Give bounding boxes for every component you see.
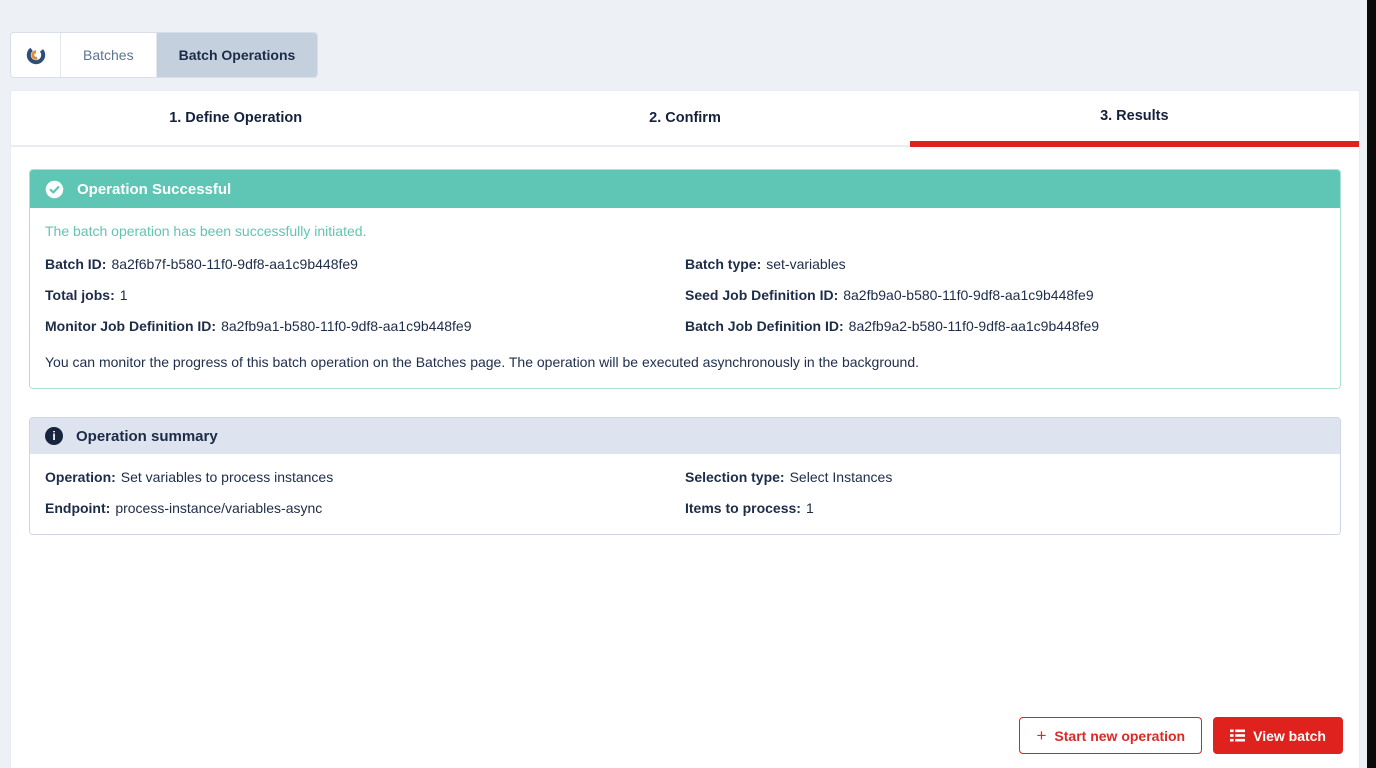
ring-logo-icon xyxy=(25,44,47,66)
nav-tab-batches[interactable]: Batches xyxy=(61,33,157,77)
step-tab-define-operation[interactable]: 1. Define Operation xyxy=(11,91,460,147)
field-label: Endpoint: xyxy=(45,500,110,516)
nav-tab-batch-operations[interactable]: Batch Operations xyxy=(157,33,318,77)
field-items-to-process: Items to process: 1 xyxy=(685,500,1325,516)
main-panel: 1. Define Operation 2. Confirm 3. Result… xyxy=(10,90,1360,768)
field-label: Operation: xyxy=(45,469,116,485)
field-value: 8a2fb9a2-b580-11f0-9df8-aa1c9b448fe9 xyxy=(849,318,1099,334)
success-message: The batch operation has been successfull… xyxy=(45,223,1325,239)
success-panel-header: Operation Successful xyxy=(30,170,1340,208)
field-value: Set variables to process instances xyxy=(121,469,333,485)
check-circle-icon xyxy=(45,180,64,199)
plus-icon: + xyxy=(1036,727,1046,744)
list-icon xyxy=(1230,729,1245,742)
field-label: Batch Job Definition ID: xyxy=(685,318,844,334)
field-value: 1 xyxy=(120,287,128,303)
field-operation: Operation: Set variables to process insta… xyxy=(45,469,685,485)
wizard-steps: 1. Define Operation 2. Confirm 3. Result… xyxy=(11,91,1359,147)
footer-actions: + Start new operation View batch xyxy=(1019,717,1343,754)
field-seed-job-definition-id: Seed Job Definition ID: 8a2fb9a0-b580-11f… xyxy=(685,287,1325,303)
field-value: set-variables xyxy=(766,256,845,272)
field-batch-type: Batch type: set-variables xyxy=(685,256,1325,272)
success-panel-title: Operation Successful xyxy=(77,181,231,198)
field-value: 1 xyxy=(806,500,814,516)
step-tab-results[interactable]: 3. Results xyxy=(910,91,1359,147)
field-batch-job-definition-id: Batch Job Definition ID: 8a2fb9a2-b580-11… xyxy=(685,318,1325,334)
summary-panel-body: Operation: Set variables to process insta… xyxy=(30,454,1340,534)
top-navigation: Batches Batch Operations xyxy=(10,32,318,78)
field-label: Total jobs: xyxy=(45,287,115,303)
monitor-note: You can monitor the progress of this bat… xyxy=(45,354,1325,370)
summary-panel-header: i Operation summary xyxy=(30,418,1340,454)
field-label: Items to process: xyxy=(685,500,801,516)
field-label: Selection type: xyxy=(685,469,785,485)
field-label: Batch type: xyxy=(685,256,761,272)
summary-panel: i Operation summary Operation: Set variab… xyxy=(29,417,1341,535)
field-batch-id: Batch ID: 8a2f6b7f-b580-11f0-9df8-aa1c9b4… xyxy=(45,256,685,272)
field-monitor-job-definition-id: Monitor Job Definition ID: 8a2fb9a1-b580-… xyxy=(45,318,685,334)
step-tab-confirm[interactable]: 2. Confirm xyxy=(460,91,909,147)
field-value: 8a2fb9a0-b580-11f0-9df8-aa1c9b448fe9 xyxy=(843,287,1093,303)
field-value: process-instance/variables-async xyxy=(115,500,322,516)
field-selection-type: Selection type: Select Instances xyxy=(685,469,1325,485)
view-batch-label: View batch xyxy=(1253,728,1326,744)
results-content: Operation Successful The batch operation… xyxy=(11,147,1359,535)
field-value: Select Instances xyxy=(790,469,893,485)
summary-grid: Operation: Set variables to process insta… xyxy=(45,469,1325,516)
success-panel: Operation Successful The batch operation… xyxy=(29,169,1341,389)
success-panel-body: The batch operation has been successfull… xyxy=(30,208,1340,388)
field-total-jobs: Total jobs: 1 xyxy=(45,287,685,303)
summary-panel-title: Operation summary xyxy=(76,428,218,445)
field-label: Monitor Job Definition ID: xyxy=(45,318,216,334)
window-edge-strip xyxy=(1367,0,1376,768)
field-label: Batch ID: xyxy=(45,256,106,272)
field-value: 8a2fb9a1-b580-11f0-9df8-aa1c9b448fe9 xyxy=(221,318,471,334)
field-label: Seed Job Definition ID: xyxy=(685,287,838,303)
brand-logo-tab[interactable] xyxy=(11,33,61,77)
start-new-operation-button[interactable]: + Start new operation xyxy=(1019,717,1202,754)
batch-details-grid: Batch ID: 8a2f6b7f-b580-11f0-9df8-aa1c9b4… xyxy=(45,256,1325,334)
info-circle-icon: i xyxy=(45,427,63,445)
start-new-operation-label: Start new operation xyxy=(1054,728,1185,744)
field-endpoint: Endpoint: process-instance/variables-asyn… xyxy=(45,500,685,516)
view-batch-button[interactable]: View batch xyxy=(1213,717,1343,754)
field-value: 8a2f6b7f-b580-11f0-9df8-aa1c9b448fe9 xyxy=(111,256,358,272)
